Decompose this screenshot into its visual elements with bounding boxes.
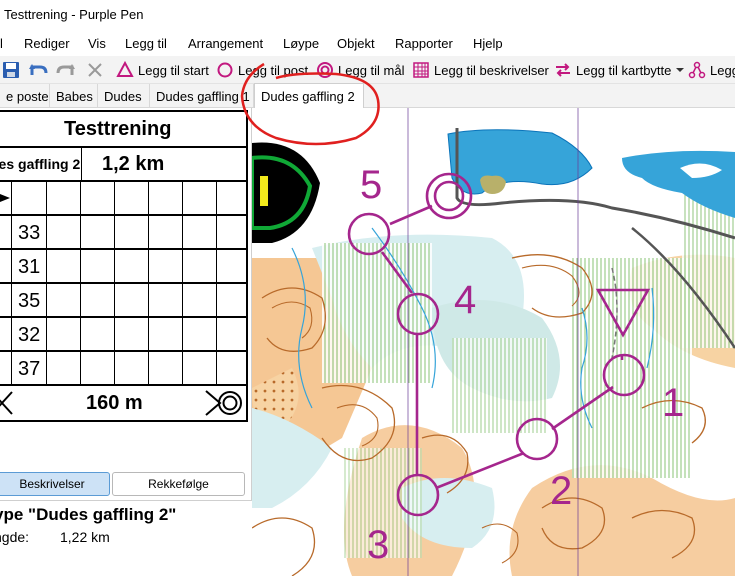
save-icon xyxy=(3,62,19,78)
tab-dudes[interactable]: Dudes xyxy=(98,84,150,108)
menu-add[interactable]: Legg til xyxy=(125,36,167,51)
length-label: ngde: xyxy=(0,529,30,545)
order-button[interactable]: Rekkefølge xyxy=(112,472,245,496)
undo-icon xyxy=(29,64,48,75)
redo-button[interactable] xyxy=(54,56,76,84)
menu-view[interactable]: Vis xyxy=(88,36,106,51)
tab-all-controls[interactable]: e poster xyxy=(0,84,50,108)
course-info-panel: ype "Dudes gaffling 2" ngde: 1,22 km xyxy=(0,500,252,576)
add-more-button[interactable]: Legg xyxy=(688,56,735,84)
control-code: 32 xyxy=(18,324,41,346)
menu-file[interactable]: l xyxy=(0,36,3,51)
descriptions-button[interactable]: Beskrivelser xyxy=(0,472,110,496)
desc-start-row[interactable] xyxy=(0,182,246,216)
menu-reports[interactable]: Rapporter xyxy=(395,36,453,51)
control-number-4: 4 xyxy=(454,278,476,322)
add-start-label: Legg til start xyxy=(138,62,209,78)
control-number-3: 3 xyxy=(367,523,389,567)
delete-icon xyxy=(88,63,102,77)
left-panel: Testtrening des gaffling 2 1,2 km xyxy=(0,108,252,576)
map-canvas[interactable]: 1 2 3 4 5 xyxy=(252,108,735,576)
description-grid-icon xyxy=(413,62,429,78)
course-type-text: ype "Dudes gaffling 2" xyxy=(0,505,177,524)
desc-course-row: des gaffling 2 1,2 km xyxy=(0,148,246,182)
start-triangle-icon xyxy=(116,61,134,77)
menu-help[interactable]: Hjelp xyxy=(473,36,503,51)
menu-event[interactable]: Arrangement xyxy=(188,36,263,51)
finish-circle-icon xyxy=(205,390,242,416)
control-code: 37 xyxy=(18,358,41,380)
desc-control-row[interactable]: 33 xyxy=(0,216,246,250)
event-title: Testtrening xyxy=(64,118,172,140)
add-description-button[interactable]: Legg til beskrivelser xyxy=(412,56,549,84)
add-more-label: Legg xyxy=(710,62,735,78)
desc-finish-row[interactable]: 160 m xyxy=(0,386,246,420)
course-length: 1,2 km xyxy=(102,153,165,175)
finish-distance: 160 m xyxy=(86,392,143,414)
desc-title-row: Testtrening xyxy=(0,112,246,148)
control-number-1: 1 xyxy=(662,381,684,425)
save-button[interactable] xyxy=(2,56,20,84)
orienteering-map: 1 2 3 4 5 xyxy=(252,108,735,576)
menu-object[interactable]: Objekt xyxy=(337,36,375,51)
control-description-sheet: Testtrening des gaffling 2 1,2 km xyxy=(0,110,248,422)
control-number-2: 2 xyxy=(550,469,572,513)
control-code: 33 xyxy=(18,222,41,244)
desc-control-row[interactable]: 37 xyxy=(0,352,246,386)
red-annotation-circle xyxy=(240,62,380,146)
control-code: 31 xyxy=(18,256,41,278)
desc-control-row[interactable]: 32 xyxy=(0,318,246,352)
menu-course[interactable]: Løype xyxy=(283,36,319,51)
undo-button[interactable] xyxy=(28,56,50,84)
add-map-exchange-button[interactable]: Legg til kartbytte xyxy=(554,56,685,84)
add-start-button[interactable]: Legg til start xyxy=(116,56,209,84)
chevron-down-icon[interactable] xyxy=(675,65,685,75)
start-triangle-icon xyxy=(0,194,10,202)
menu-edit[interactable]: Rediger xyxy=(24,36,70,51)
course-name: des gaffling 2 xyxy=(0,156,81,172)
title-bar: Testtrening - Purple Pen xyxy=(0,0,735,30)
finish-cross-icon xyxy=(0,391,13,415)
desc-control-row[interactable]: 35 xyxy=(0,284,246,318)
add-map-exchange-label: Legg til kartbytte xyxy=(576,62,672,78)
tab-babes[interactable]: Babes xyxy=(50,84,98,108)
redo-icon xyxy=(56,64,75,75)
control-circle-icon xyxy=(217,62,233,78)
menu-bar: l Rediger Vis Legg til Arrangement Løype… xyxy=(0,30,735,56)
control-number-5: 5 xyxy=(360,163,382,207)
variation-icon xyxy=(688,61,706,79)
length-value: 1,22 km xyxy=(60,529,110,545)
map-exchange-icon xyxy=(556,63,570,77)
window-title: Testtrening - Purple Pen xyxy=(4,7,144,22)
add-description-label: Legg til beskrivelser xyxy=(434,62,549,78)
desc-control-row[interactable]: 31 xyxy=(0,250,246,284)
control-code: 35 xyxy=(18,290,41,312)
delete-button[interactable] xyxy=(86,56,104,84)
